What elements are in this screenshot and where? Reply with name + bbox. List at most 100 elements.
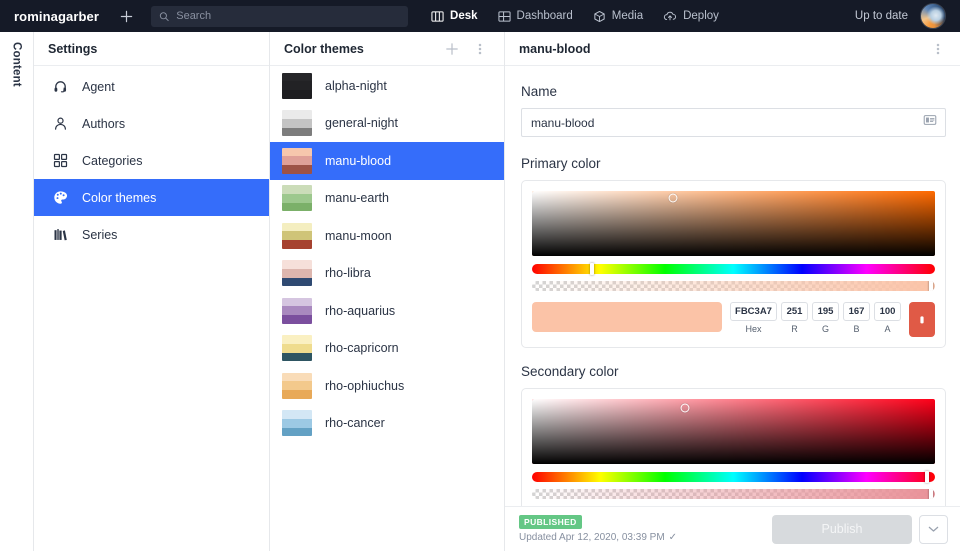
search-icon <box>159 11 169 22</box>
list-item[interactable]: rho-libra <box>270 255 504 293</box>
document-header: manu-blood <box>505 32 960 66</box>
list-item[interactable]: rho-ophiuchus <box>270 367 504 405</box>
publish-button[interactable]: Publish <box>772 515 912 544</box>
nav-item-media[interactable]: Media <box>584 5 652 28</box>
primary-saturation-cursor[interactable] <box>669 194 678 203</box>
secondary-saturation-cursor[interactable] <box>681 404 690 413</box>
headset-icon <box>52 78 69 95</box>
reference-panel-icon[interactable] <box>923 113 937 132</box>
list-item-label: rho-libra <box>325 266 371 280</box>
theme-swatch <box>282 298 312 324</box>
nav-item-dashboard[interactable]: Dashboard <box>489 5 582 28</box>
sidebar-item-agent-label: Agent <box>82 80 115 94</box>
swatch-band-3 <box>282 428 312 437</box>
primary-hue-knob[interactable] <box>590 263 594 275</box>
swatch-band-2 <box>282 156 312 165</box>
color-theme-list[interactable]: alpha-night general-night manu-blood <box>270 66 504 442</box>
list-item-label: rho-capricorn <box>325 341 399 355</box>
theme-swatch <box>282 373 312 399</box>
user-avatar[interactable] <box>920 3 946 29</box>
person-icon <box>52 115 69 132</box>
sidebar-item-categories-label: Categories <box>82 154 142 168</box>
sidebar-item-agent[interactable]: Agent <box>34 68 269 105</box>
swatch-band-2 <box>282 344 312 353</box>
list-item[interactable]: rho-aquarius <box>270 292 504 330</box>
primary-color-values: FBC3A7 Hex 251 R 195 G <box>532 302 935 337</box>
list-item[interactable]: alpha-night <box>270 67 504 105</box>
list-item[interactable]: manu-moon <box>270 217 504 255</box>
color-themes-pane: Color themes <box>270 32 505 551</box>
nav-item-desk[interactable]: Desk <box>422 5 487 28</box>
secondary-hue-slider[interactable] <box>532 472 935 482</box>
list-item-label: manu-earth <box>325 191 389 205</box>
swatch-band-3 <box>282 165 312 174</box>
brand-title[interactable]: rominagarber <box>14 9 99 24</box>
secondary-alpha-slider[interactable] <box>532 489 935 499</box>
add-new-button[interactable] <box>115 5 137 27</box>
primary-color-label: Primary color <box>521 156 946 171</box>
rail-label-content[interactable]: Content <box>11 42 23 551</box>
swatch-band-3 <box>282 278 312 287</box>
sidebar-item-series[interactable]: Series <box>34 216 269 253</box>
sidebar-item-categories[interactable]: Categories <box>34 142 269 179</box>
document-overflow-menu-button[interactable] <box>928 39 948 59</box>
swatch-band-1 <box>282 260 312 269</box>
swatch-band-2 <box>282 269 312 278</box>
list-item[interactable]: general-night <box>270 105 504 143</box>
color-themes-overflow-menu-button[interactable] <box>470 39 490 59</box>
theme-swatch <box>282 110 312 136</box>
list-item[interactable]: manu-earth <box>270 180 504 218</box>
swatch-band-1 <box>282 373 312 382</box>
sidebar-item-color-themes[interactable]: Color themes <box>34 179 269 216</box>
list-item-label: manu-moon <box>325 229 392 243</box>
content-rail: Content <box>0 32 34 551</box>
primary-hue-slider[interactable] <box>532 264 935 274</box>
publish-options-button[interactable] <box>919 515 948 544</box>
sync-status-label: Up to date <box>855 10 908 22</box>
name-field[interactable] <box>521 108 946 137</box>
primary-r-field[interactable]: 251 R <box>781 302 808 334</box>
search-box[interactable] <box>151 6 408 27</box>
document-editor-pane: manu-blood Name <box>505 32 960 551</box>
theme-swatch <box>282 148 312 174</box>
primary-a-field[interactable]: 100 A <box>874 302 901 334</box>
theme-swatch <box>282 73 312 99</box>
add-theme-button[interactable] <box>442 39 462 59</box>
swatch-band-2 <box>282 306 312 315</box>
primary-hex-caption: Hex <box>745 324 761 334</box>
swatch-band-2 <box>282 381 312 390</box>
secondary-hue-knob[interactable] <box>925 471 929 483</box>
secondary-saturation-area[interactable] <box>532 399 935 464</box>
document-footer: PUBLISHED Updated Apr 12, 2020, 03:39 PM… <box>505 506 960 551</box>
cloud-upload-icon <box>663 10 677 23</box>
primary-g-field[interactable]: 195 G <box>812 302 839 334</box>
kebab-menu-icon <box>478 42 482 56</box>
top-navigation-bar: rominagarber Desk <box>0 0 960 32</box>
sidebar-item-authors[interactable]: Authors <box>34 105 269 142</box>
last-updated-text: Updated Apr 12, 2020, 03:39 PM ✓ <box>519 532 677 543</box>
swatch-band-3 <box>282 315 312 324</box>
list-item[interactable]: rho-capricorn <box>270 330 504 368</box>
primary-hex-value[interactable]: FBC3A7 <box>730 302 777 321</box>
list-item[interactable]: manu-blood <box>270 142 504 180</box>
search-input[interactable] <box>176 10 400 22</box>
primary-alpha-slider[interactable] <box>532 281 935 291</box>
primary-hex-field[interactable]: FBC3A7 Hex <box>730 302 777 334</box>
primary-a-caption: A <box>884 324 890 334</box>
primary-b-field[interactable]: 167 B <box>843 302 870 334</box>
primary-eyedropper-button[interactable] <box>909 302 935 337</box>
theme-swatch <box>282 185 312 211</box>
nav-item-deploy[interactable]: Deploy <box>654 5 728 28</box>
grid-icon <box>52 152 69 169</box>
primary-a-value[interactable]: 100 <box>874 302 901 321</box>
primary-g-value[interactable]: 195 <box>812 302 839 321</box>
name-input[interactable] <box>531 116 923 130</box>
primary-r-value[interactable]: 251 <box>781 302 808 321</box>
primary-saturation-area[interactable] <box>532 191 935 256</box>
primary-alpha-knob[interactable] <box>929 281 933 291</box>
plus-icon <box>120 10 133 23</box>
list-item[interactable]: rho-cancer <box>270 405 504 443</box>
primary-b-value[interactable]: 167 <box>843 302 870 321</box>
settings-pane-title: Settings <box>48 42 97 56</box>
secondary-alpha-knob[interactable] <box>929 489 933 499</box>
